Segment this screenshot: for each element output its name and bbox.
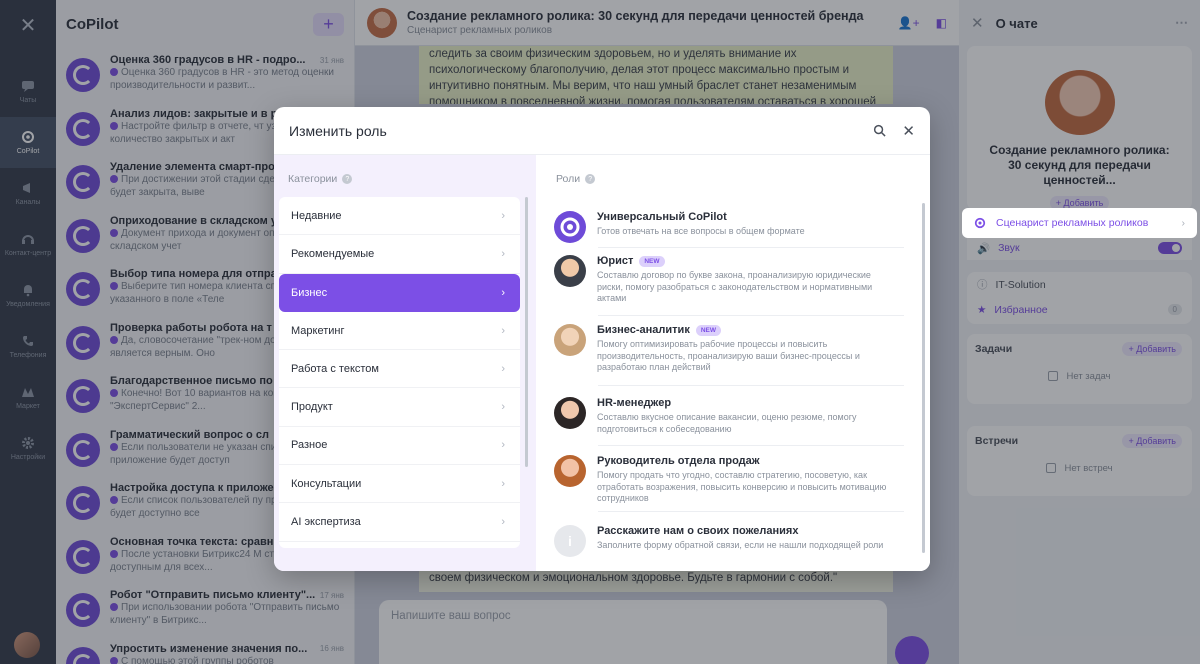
new-badge: NEW — [639, 255, 665, 267]
role-label: Сценарист рекламных роликов — [996, 217, 1149, 229]
modal-title: Изменить роль — [289, 122, 387, 139]
role-description: Составлю вкусное описание вакансии, оцен… — [597, 412, 857, 434]
category-label: Рекомендуемые — [291, 247, 375, 260]
role-description: Помогу оптимизировать рабочие процессы и… — [597, 339, 860, 372]
category-item[interactable]: Рекомендуемые › — [279, 235, 520, 274]
role-avatar: i — [554, 525, 586, 557]
chevron-right-icon: › — [1181, 217, 1186, 229]
category-label: Маркетинг — [291, 324, 345, 337]
role-description: Заполните форму обратной связи, если не … — [597, 540, 884, 550]
role-name: Руководитель отдела продаж — [597, 455, 760, 467]
divider — [598, 247, 904, 248]
category-label: Работа с текстом — [291, 362, 379, 375]
category-label: Разное — [291, 439, 328, 452]
chevron-right-icon: › — [501, 209, 505, 222]
role-avatar — [554, 324, 586, 356]
help-icon[interactable]: ? — [342, 174, 353, 184]
role-description: Помогу продать что угодно, составлю стра… — [597, 470, 887, 503]
role-name: Бизнес-аналитик — [597, 324, 690, 336]
divider — [598, 511, 904, 512]
categories-label: Категории — [288, 173, 338, 185]
category-item[interactable]: Маркетинг › — [279, 312, 520, 351]
category-list: Недавние › Рекомендуемые › Бизнес › Маркетинг ›… — [279, 197, 520, 548]
chevron-right-icon: › — [501, 439, 505, 452]
role-name: Универсальный CoPilot — [597, 211, 727, 223]
copilot-icon — [974, 217, 986, 229]
scrollbar[interactable] — [525, 197, 528, 467]
chevron-right-icon: › — [501, 324, 505, 337]
chevron-right-icon: › — [501, 247, 505, 260]
role-item[interactable]: Руководитель отдела продаж Помогу продат… — [554, 455, 904, 505]
roles-label: Роли — [556, 173, 581, 185]
role-avatar — [554, 397, 586, 429]
role-row[interactable]: Сценарист рекламных роликов › — [962, 208, 1197, 238]
category-label: Консультации — [291, 477, 362, 490]
chevron-right-icon: › — [501, 362, 505, 375]
category-label: Продукт — [291, 401, 333, 414]
role-item[interactable]: i Расскажите нам о своих пожеланиях Запо… — [554, 525, 904, 557]
divider — [598, 315, 904, 316]
scrollbar[interactable] — [922, 203, 925, 553]
chevron-right-icon: › — [501, 401, 505, 414]
category-item[interactable]: AI экспертиза › — [279, 503, 520, 542]
divider — [598, 385, 904, 386]
category-item[interactable]: Консультации › — [279, 465, 520, 504]
role-name: Расскажите нам о своих пожеланиях — [597, 525, 799, 537]
category-item[interactable]: Работа с текстом › — [279, 350, 520, 389]
role-item[interactable]: Юрист NEW Составлю договор по букве закон… — [554, 255, 904, 305]
role-name: Юрист — [597, 255, 634, 267]
category-label: Недавние — [291, 209, 342, 222]
role-item[interactable]: Универсальный CoPilot Готов отвечать на … — [554, 211, 904, 243]
change-role-modal: Изменить роль ✕ Категории? Недавние › Реко… — [274, 107, 930, 571]
role-item[interactable]: HR-менеджер Составлю вкусное описание ва… — [554, 397, 904, 435]
role-description: Составлю договор по букве закона, проана… — [597, 270, 873, 303]
close-icon[interactable]: ✕ — [902, 122, 915, 140]
search-icon[interactable] — [873, 124, 887, 137]
role-avatar — [554, 455, 586, 487]
chevron-right-icon: › — [501, 477, 505, 490]
new-badge: NEW — [695, 324, 721, 336]
category-item[interactable]: Бизнес › — [279, 273, 520, 312]
categories-panel: Категории? Недавние › Рекомендуемые › Бизнес… — [274, 155, 536, 571]
role-avatar — [554, 211, 586, 243]
category-item[interactable]: Продукт › — [279, 388, 520, 427]
help-icon[interactable]: ? — [585, 174, 596, 184]
category-label: AI экспертиза — [291, 516, 361, 529]
role-avatar — [554, 255, 586, 287]
roles-panel: Роли? Универсальный CoPilot Готов отвеча… — [536, 155, 930, 571]
chevron-right-icon: › — [501, 516, 505, 529]
category-item[interactable]: Разное › — [279, 427, 520, 466]
modal-header: Изменить роль ✕ — [274, 107, 930, 155]
role-name: HR-менеджер — [597, 397, 672, 409]
role-description: Готов отвечать на все вопросы в общем фо… — [597, 226, 805, 236]
category-item[interactable]: Недавние › — [279, 197, 520, 236]
chevron-right-icon: › — [501, 286, 505, 299]
category-label: Бизнес — [291, 286, 328, 299]
divider — [598, 445, 904, 446]
role-item[interactable]: Бизнес-аналитик NEW Помогу оптимизировать… — [554, 324, 904, 374]
